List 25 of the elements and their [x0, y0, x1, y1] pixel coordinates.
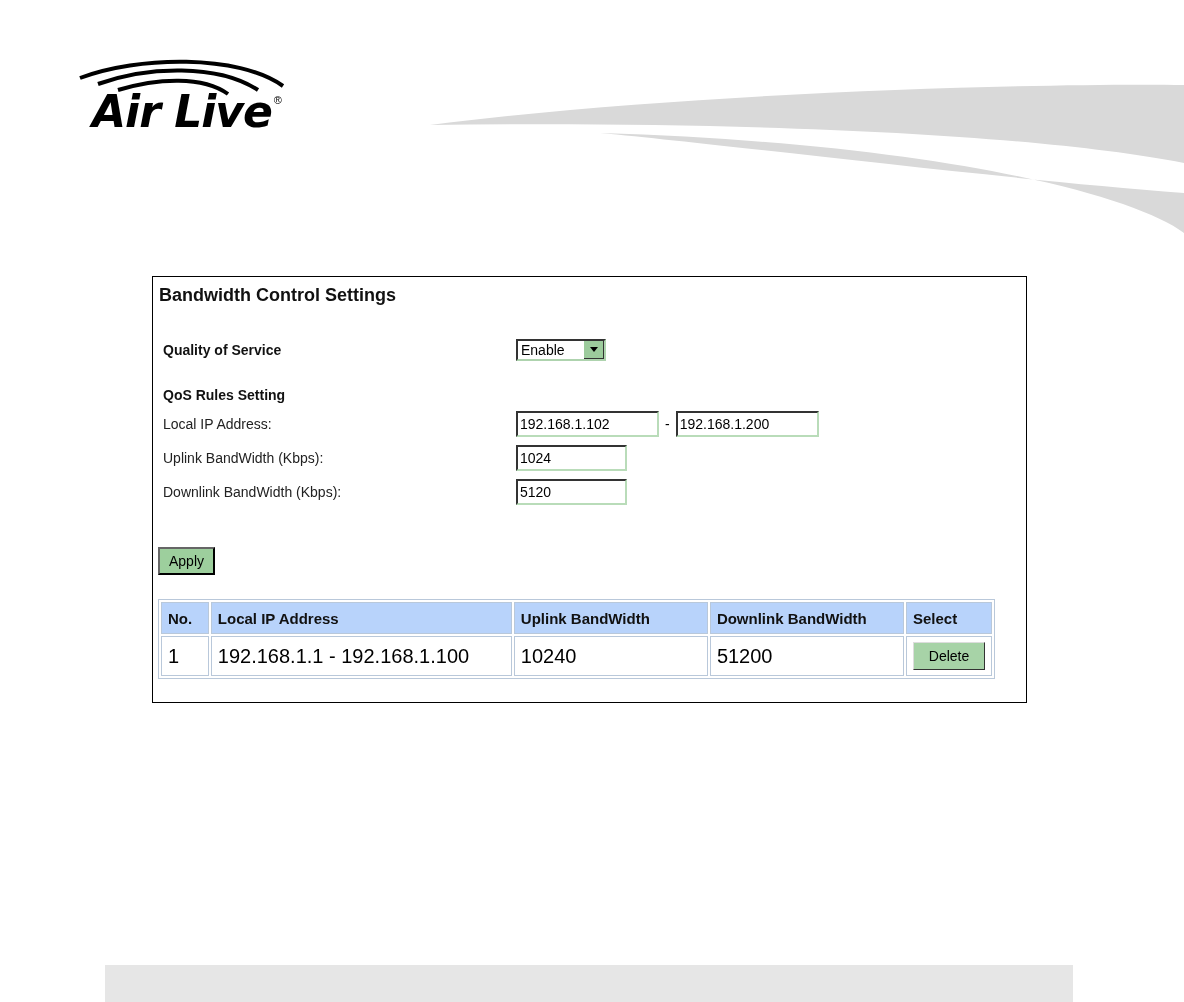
input-field[interactable]: 5120: [516, 479, 627, 505]
delete-button[interactable]: Delete: [913, 642, 985, 670]
column-header: Local IP Address: [210, 602, 512, 634]
field-label: Quality of Service: [163, 342, 283, 358]
panel-title: Bandwidth Control Settings: [159, 285, 397, 306]
table-cell: 192.168.1.1 - 192.168.1.100: [210, 636, 512, 676]
input-field[interactable]: 1024: [516, 445, 627, 471]
column-header: No.: [161, 602, 209, 634]
qos-select[interactable]: Enable: [516, 339, 606, 361]
apply-button[interactable]: Apply: [158, 547, 215, 575]
input-field[interactable]: 192.168.1.102: [516, 411, 659, 437]
field-label: Downlink BandWidth (Kbps):: [163, 484, 343, 500]
section-heading: QoS Rules Setting: [163, 387, 287, 403]
column-header: Downlink BandWidth: [709, 602, 904, 634]
field-label: Uplink BandWidth (Kbps):: [163, 450, 325, 466]
table-cell: 51200: [709, 636, 904, 676]
column-header: Select: [906, 602, 992, 634]
range-separator: -: [665, 416, 670, 432]
table-cell: 10240: [513, 636, 708, 676]
table-cell: 1: [161, 636, 209, 676]
field-label: Local IP Address:: [163, 416, 273, 432]
column-header: Uplink BandWidth: [513, 602, 708, 634]
registered-mark: ®: [273, 94, 282, 106]
caret-icon: [589, 347, 598, 352]
input-field[interactable]: 192.168.1.200: [675, 411, 819, 437]
